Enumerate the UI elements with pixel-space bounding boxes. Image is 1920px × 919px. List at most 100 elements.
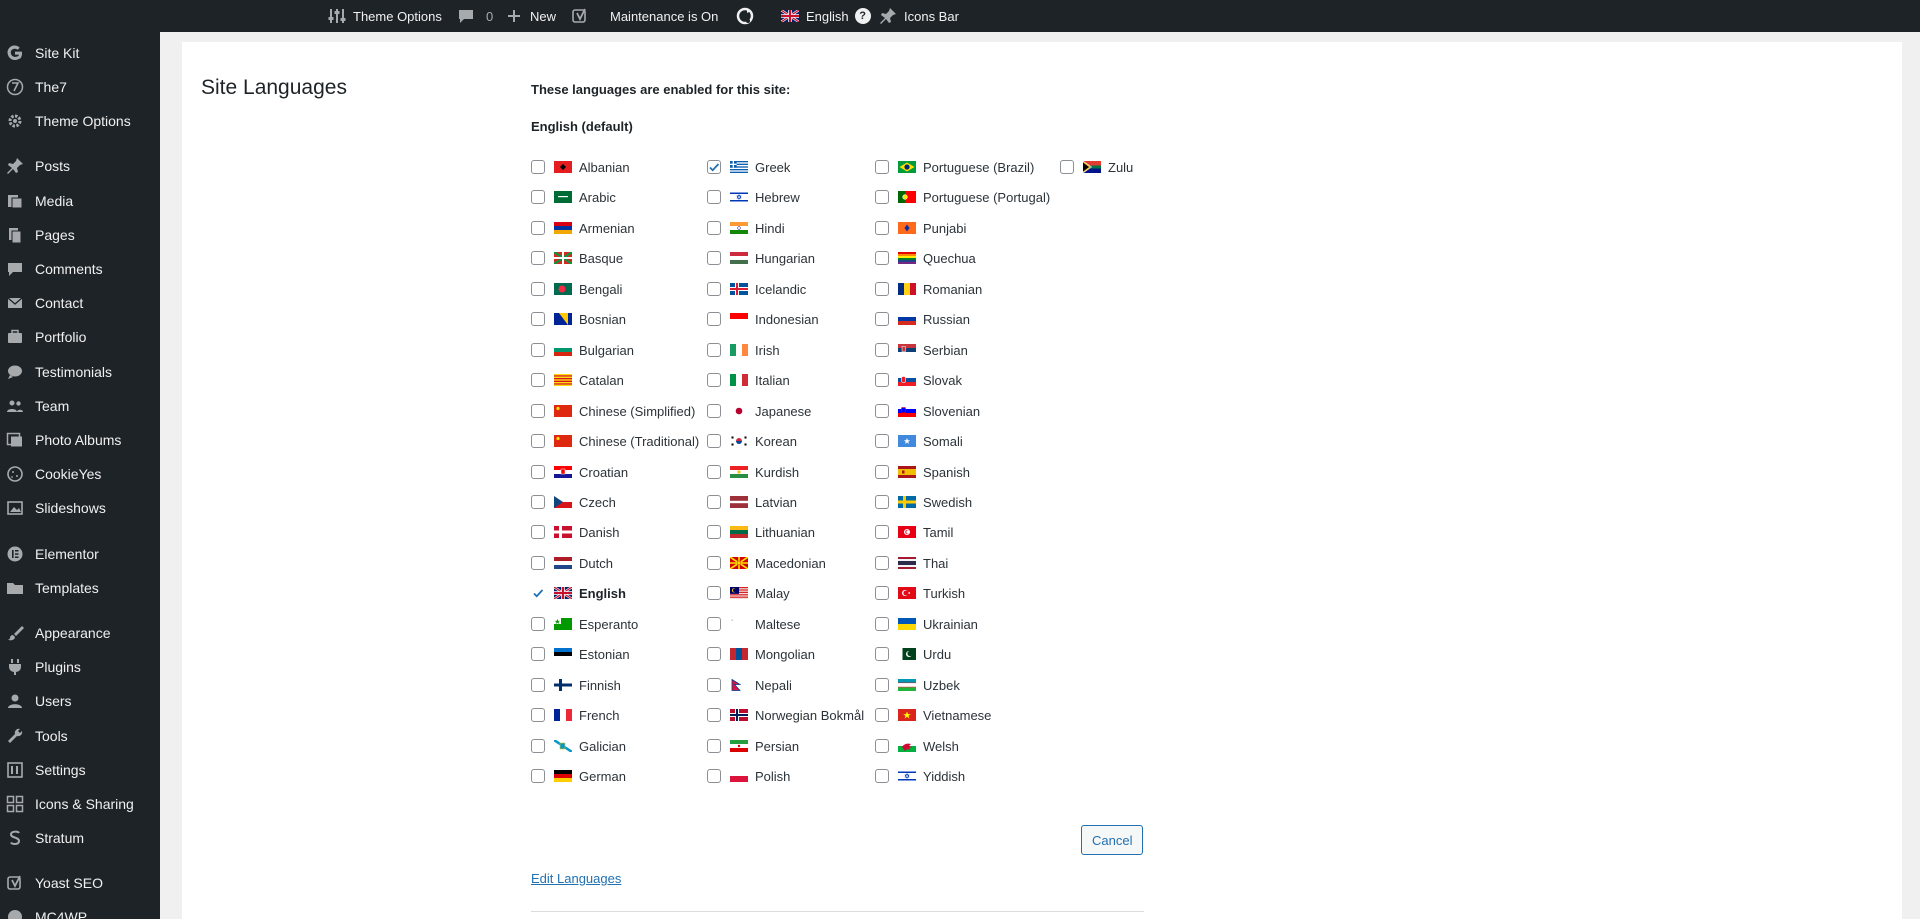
checkbox[interactable] [707, 647, 721, 661]
checkbox[interactable] [531, 434, 545, 448]
checkbox[interactable] [707, 769, 721, 783]
admin-bar-yoast[interactable] [570, 0, 590, 32]
language-option-punjabi[interactable]: Punjabi [875, 218, 966, 238]
sidebar-item-the7[interactable]: The7 [0, 73, 160, 101]
checkbox[interactable] [875, 647, 889, 661]
checkbox[interactable] [531, 739, 545, 753]
language-option-uzbek[interactable]: Uzbek [875, 675, 960, 695]
checkbox[interactable] [707, 190, 721, 204]
checkbox[interactable] [531, 190, 545, 204]
checkbox[interactable] [707, 282, 721, 296]
language-option-croatian[interactable]: Croatian [531, 462, 628, 482]
language-option-yiddish[interactable]: Yiddish [875, 766, 965, 786]
language-option-esperanto[interactable]: Esperanto [531, 614, 638, 634]
language-option-quechua[interactable]: Quechua [875, 248, 976, 268]
checkbox[interactable] [707, 556, 721, 570]
language-option-lithuanian[interactable]: Lithuanian [707, 522, 815, 542]
language-option-latvian[interactable]: Latvian [707, 492, 797, 512]
sidebar-item-photo-albums[interactable]: Photo Albums [0, 426, 160, 454]
language-option-irish[interactable]: Irish [707, 340, 780, 360]
language-option-tamil[interactable]: Tamil [875, 522, 953, 542]
sidebar-item-slideshows[interactable]: Slideshows [0, 494, 160, 522]
checkbox[interactable] [875, 404, 889, 418]
checkbox[interactable] [875, 160, 889, 174]
checkbox[interactable] [875, 190, 889, 204]
checkbox[interactable] [707, 525, 721, 539]
checkbox[interactable] [707, 465, 721, 479]
checkbox[interactable] [875, 343, 889, 357]
checkbox[interactable] [707, 617, 721, 631]
language-option-arabic[interactable]: Arabic [531, 187, 616, 207]
checkbox[interactable] [531, 495, 545, 509]
checkbox[interactable] [707, 404, 721, 418]
sidebar-item-tools[interactable]: Tools [0, 722, 160, 750]
checkbox[interactable] [707, 434, 721, 448]
sidebar-item-team[interactable]: Team [0, 392, 160, 420]
language-option-basque[interactable]: Basque [531, 248, 623, 268]
language-option-albanian[interactable]: Albanian [531, 157, 630, 177]
language-option-icelandic[interactable]: Icelandic [707, 279, 806, 299]
checkbox[interactable] [531, 373, 545, 387]
checkbox[interactable] [875, 221, 889, 235]
language-option-danish[interactable]: Danish [531, 522, 619, 542]
sidebar-item-pages[interactable]: Pages [0, 221, 160, 249]
checkbox[interactable] [707, 221, 721, 235]
language-option-chinese-simplified[interactable]: Chinese (Simplified) [531, 401, 695, 421]
language-option-greek[interactable]: Greek [707, 157, 790, 177]
checkbox[interactable] [875, 525, 889, 539]
checkbox[interactable] [531, 617, 545, 631]
checkbox[interactable] [875, 708, 889, 722]
sidebar-item-posts[interactable]: Posts [0, 152, 160, 180]
language-option-armenian[interactable]: Armenian [531, 218, 635, 238]
language-option-korean[interactable]: Korean [707, 431, 797, 451]
language-option-spanish[interactable]: Spanish [875, 462, 970, 482]
admin-bar-theme-options[interactable]: Theme Options [327, 0, 442, 32]
sidebar-item-settings[interactable]: Settings [0, 756, 160, 784]
checkbox[interactable] [875, 434, 889, 448]
sidebar-item-users[interactable]: Users [0, 687, 160, 715]
checkbox[interactable] [531, 525, 545, 539]
checkbox[interactable] [707, 708, 721, 722]
sidebar-item-theme-options[interactable]: Theme Options [0, 107, 160, 135]
language-option-serbian[interactable]: Serbian [875, 340, 968, 360]
sidebar-item-appearance[interactable]: Appearance [0, 619, 160, 647]
cancel-button[interactable]: Cancel [1081, 825, 1144, 855]
admin-bar-cycle[interactable] [735, 0, 755, 32]
language-option-malay[interactable]: Malay [707, 583, 790, 603]
checkbox[interactable] [875, 312, 889, 326]
language-option-urdu[interactable]: Urdu [875, 644, 951, 664]
checkbox[interactable] [707, 586, 721, 600]
sidebar-item-templates[interactable]: Templates [0, 574, 160, 602]
checkbox[interactable] [707, 495, 721, 509]
language-option-bosnian[interactable]: Bosnian [531, 309, 626, 329]
language-option-bulgarian[interactable]: Bulgarian [531, 340, 634, 360]
checkbox[interactable] [707, 373, 721, 387]
language-option-ukrainian[interactable]: Ukrainian [875, 614, 978, 634]
language-option-polish[interactable]: Polish [707, 766, 790, 786]
checkbox[interactable] [707, 343, 721, 357]
sidebar-item-site-kit[interactable]: Site Kit [0, 39, 160, 67]
language-option-mongolian[interactable]: Mongolian [707, 644, 815, 664]
language-option-czech[interactable]: Czech [531, 492, 616, 512]
checkbox[interactable] [875, 617, 889, 631]
language-option-vietnamese[interactable]: Vietnamese [875, 705, 991, 725]
language-option-zulu[interactable]: Zulu [1060, 157, 1133, 177]
checkbox[interactable] [875, 282, 889, 296]
language-option-hebrew[interactable]: Hebrew [707, 187, 800, 207]
language-option-chinese-traditional[interactable]: Chinese (Traditional) [531, 431, 699, 451]
language-option-thai[interactable]: Thai [875, 553, 948, 573]
checkbox[interactable] [531, 160, 545, 174]
language-option-bengali[interactable]: Bengali [531, 279, 622, 299]
checkbox[interactable] [875, 465, 889, 479]
sidebar-item-elementor[interactable]: Elementor [0, 540, 160, 568]
language-option-persian[interactable]: Persian [707, 736, 799, 756]
language-option-estonian[interactable]: Estonian [531, 644, 630, 664]
language-option-dutch[interactable]: Dutch [531, 553, 613, 573]
checkbox[interactable] [875, 495, 889, 509]
checkbox[interactable] [531, 282, 545, 296]
language-option-slovenian[interactable]: Slovenian [875, 401, 980, 421]
language-option-galician[interactable]: Galician [531, 736, 626, 756]
sidebar-item-comments[interactable]: Comments [0, 255, 160, 283]
sidebar-item-cookieyes[interactable]: CookieYes [0, 460, 160, 488]
checkbox-checked[interactable] [707, 160, 721, 174]
